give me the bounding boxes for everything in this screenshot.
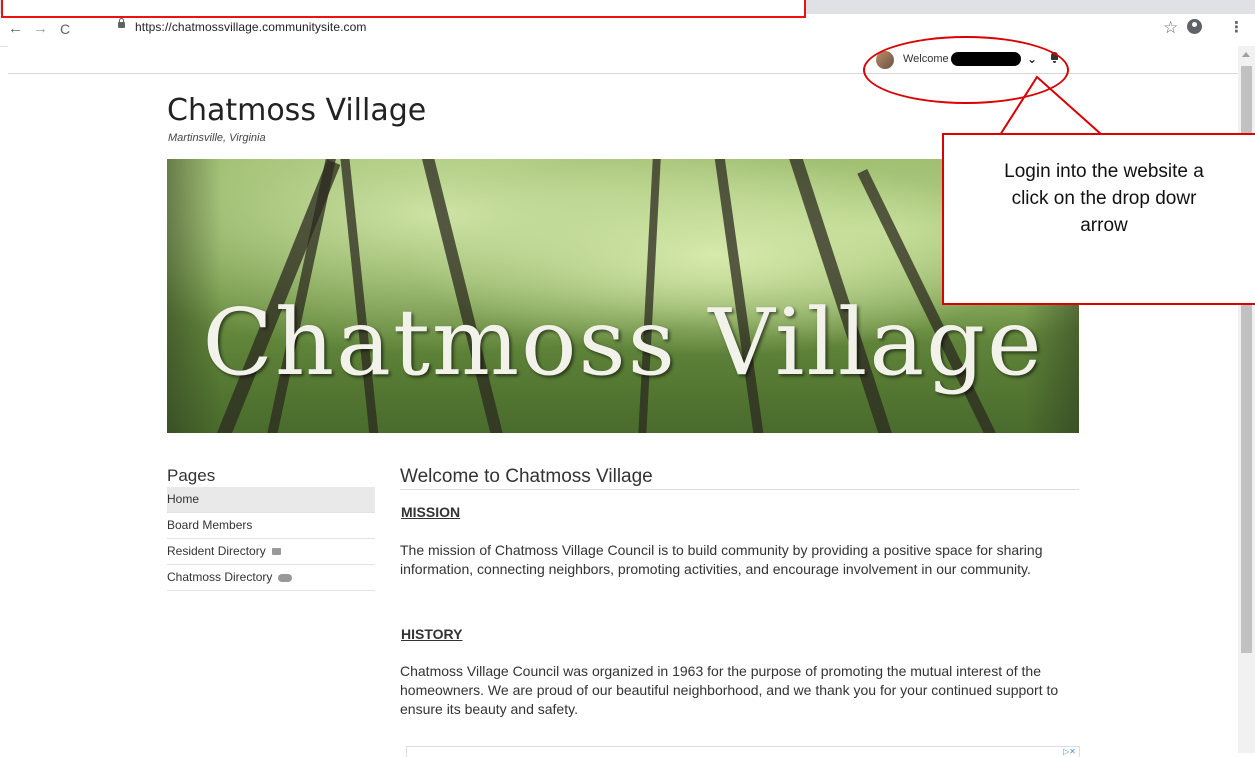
annotation-callout: Login into the website a click on the dr… bbox=[942, 133, 1255, 305]
callout-line-3: arrow bbox=[1080, 215, 1128, 236]
callout-line-2: click on the drop dowr bbox=[1011, 188, 1197, 209]
callout-line-1: Login into the website a bbox=[1004, 161, 1204, 182]
annotation-callout-pointer bbox=[999, 75, 1103, 136]
